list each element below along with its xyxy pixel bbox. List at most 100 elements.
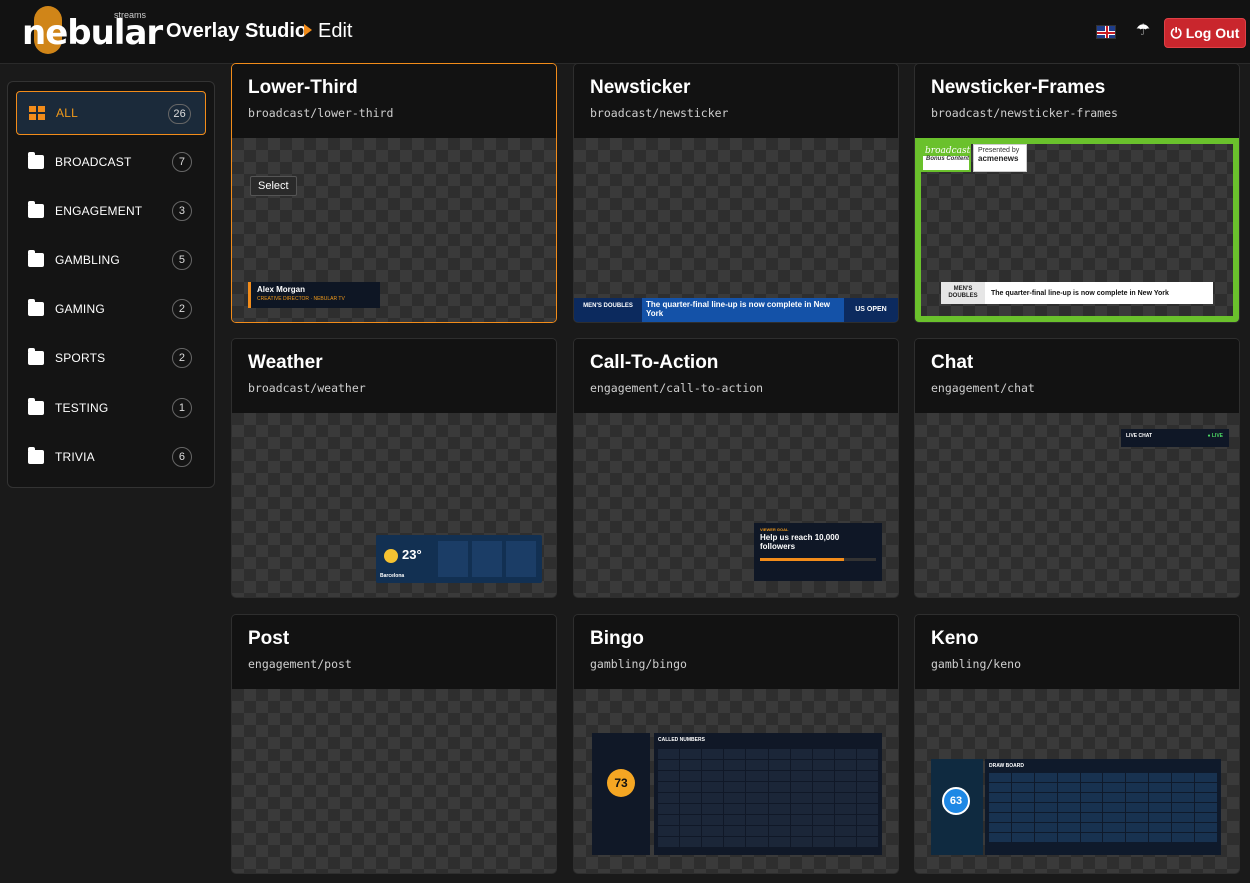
weather-city: Barcelona xyxy=(380,573,405,579)
category-sidebar: ALL 26 BROADCAST 7 ENGAGEMENT 3 GAMBLING… xyxy=(7,81,215,488)
card-preview: MEN'S DOUBLES The quarter-final line-up … xyxy=(574,138,898,322)
overlay-card-call-to-action[interactable]: Call-To-Action engagement/call-to-action… xyxy=(573,338,899,598)
card-path: gambling/bingo xyxy=(590,657,687,671)
card-preview: 73 CALLED NUMBERS xyxy=(574,689,898,873)
card-header: Keno gambling/keno xyxy=(915,615,1239,689)
overlay-card-lower-third[interactable]: Lower-Third broadcast/lower-third Select… xyxy=(231,63,557,323)
logout-label: Log Out xyxy=(1185,25,1240,41)
nebular-logo[interactable]: nebular streams xyxy=(22,6,163,58)
card-header: Chat engagement/chat xyxy=(915,339,1239,413)
category-label: SPORTS xyxy=(55,351,106,365)
overlay-card-chat[interactable]: Chat engagement/chat LIVE CHAT ● LIVE xyxy=(914,338,1240,598)
top-bar: nebular streams Overlay Studio Edit ☂ ⏻ … xyxy=(0,0,1250,64)
folder-icon xyxy=(28,250,44,267)
overlay-card-keno[interactable]: Keno gambling/keno 63 DRAW BOARD xyxy=(914,614,1240,874)
card-title: Newsticker xyxy=(590,77,691,98)
broadcast-label: broadcast xyxy=(923,146,971,156)
category-trivia[interactable]: TRIVIA 6 xyxy=(16,435,206,479)
category-count: 2 xyxy=(172,299,192,319)
category-label: GAMING xyxy=(55,302,105,316)
weather-temp: 23° xyxy=(402,547,422,562)
card-path: engagement/chat xyxy=(931,381,1035,395)
card-preview: 63 DRAW BOARD xyxy=(915,689,1239,873)
overlay-card-weather[interactable]: Weather broadcast/weather 23° Barcelona xyxy=(231,338,557,598)
select-button[interactable]: Select xyxy=(250,176,297,196)
overlay-card-bingo[interactable]: Bingo gambling/bingo 73 CALLED NUMBERS xyxy=(573,614,899,874)
overlay-card-newsticker[interactable]: Newsticker broadcast/newsticker MEN'S DO… xyxy=(573,63,899,323)
card-preview: 23° Barcelona xyxy=(232,413,556,597)
overlay-card-newsticker-frames[interactable]: Newsticker-Frames broadcast/newsticker-f… xyxy=(914,63,1240,323)
folder-icon xyxy=(28,447,44,464)
power-icon: ⏻ xyxy=(1170,24,1182,41)
sponsor-badge: Presented by acmenews xyxy=(973,144,1027,172)
card-path: broadcast/newsticker xyxy=(590,106,729,120)
card-title: Chat xyxy=(931,352,974,373)
category-gaming[interactable]: GAMING 2 xyxy=(16,287,206,331)
app-title: Overlay Studio xyxy=(166,20,308,42)
card-path: broadcast/weather xyxy=(248,381,366,395)
ticker-tag: MEN'S DOUBLES xyxy=(574,298,642,322)
folder-icon xyxy=(28,299,44,316)
logout-button[interactable]: ⏻ Log Out xyxy=(1164,18,1246,48)
forecast-day xyxy=(506,541,536,577)
keno-grid xyxy=(989,773,1217,842)
category-count: 2 xyxy=(172,348,192,368)
frames-ticker-preview: MEN'S DOUBLES The quarter-final line-up … xyxy=(941,282,1213,304)
category-broadcast[interactable]: BROADCAST 7 xyxy=(16,140,206,184)
ticker-tag: MEN'S DOUBLES xyxy=(941,282,985,304)
presented-label: Presented by xyxy=(978,147,1020,154)
card-header: Weather broadcast/weather xyxy=(232,339,556,413)
category-count: 5 xyxy=(172,250,192,270)
forecast-day xyxy=(438,541,468,577)
breadcrumb-current: Edit xyxy=(318,20,353,42)
keno-board-title: DRAW BOARD xyxy=(989,763,1024,769)
card-title: Keno xyxy=(931,628,979,649)
ticker-message: The quarter-final line-up is now complet… xyxy=(646,300,831,318)
folder-icon xyxy=(28,152,44,169)
category-engagement[interactable]: ENGAGEMENT 3 xyxy=(16,189,206,233)
bingo-ball-panel: 73 xyxy=(592,733,650,855)
card-path: engagement/post xyxy=(248,657,352,671)
card-preview: LIVE CHAT ● LIVE xyxy=(915,413,1239,597)
category-label: GAMBLING xyxy=(55,253,120,267)
sun-icon xyxy=(384,549,398,563)
category-sports[interactable]: SPORTS 2 xyxy=(16,336,206,380)
card-preview xyxy=(232,689,556,873)
category-label: BROADCAST xyxy=(55,155,132,169)
category-testing[interactable]: TESTING 1 xyxy=(16,386,206,430)
cta-title: Help us reach 10,000 followers xyxy=(760,533,840,551)
card-path: broadcast/lower-third xyxy=(248,106,394,120)
category-count: 6 xyxy=(172,447,192,467)
chat-live: ● LIVE xyxy=(1207,433,1223,439)
card-preview: broadcast Bonus Content Presented by acm… xyxy=(915,138,1239,322)
logo-subtitle: streams xyxy=(114,10,147,20)
category-all[interactable]: ALL 26 xyxy=(16,91,206,135)
category-gambling[interactable]: GAMBLING 5 xyxy=(16,238,206,282)
card-preview: Select Alex Morgan CREATIVE DIRECTOR · N… xyxy=(232,138,556,322)
folder-icon xyxy=(28,348,44,365)
publish-icon[interactable]: ☂ xyxy=(1134,22,1152,40)
bingo-board-title: CALLED NUMBERS xyxy=(658,737,705,743)
card-title: Lower-Third xyxy=(248,77,358,98)
newsticker-preview: MEN'S DOUBLES The quarter-final line-up … xyxy=(574,298,898,322)
language-flag-icon[interactable] xyxy=(1096,25,1116,39)
card-header: Bingo gambling/bingo xyxy=(574,615,898,689)
ticker-message: The quarter-final line-up is now complet… xyxy=(991,289,1169,297)
card-title: Bingo xyxy=(590,628,644,649)
preview-name: Alex Morgan xyxy=(257,285,306,294)
cta-kicker: VIEWER GOAL xyxy=(760,527,789,532)
forecast-day xyxy=(472,541,502,577)
cta-preview: VIEWER GOAL Help us reach 10,000 followe… xyxy=(754,523,882,581)
keno-ball: 63 xyxy=(942,787,970,815)
card-title: Post xyxy=(248,628,290,649)
keno-ball-panel: 63 xyxy=(931,759,983,855)
chat-preview: LIVE CHAT ● LIVE xyxy=(1121,429,1229,447)
card-title: Weather xyxy=(248,352,323,373)
logo-wordmark: nebular xyxy=(22,13,163,53)
category-label: TESTING xyxy=(55,401,109,415)
category-label: ENGAGEMENT xyxy=(55,204,143,218)
overlay-card-post[interactable]: Post engagement/post xyxy=(231,614,557,874)
broadcast-badge: broadcast Bonus Content xyxy=(921,144,971,172)
bingo-ball: 73 xyxy=(607,769,635,797)
card-title: Call-To-Action xyxy=(590,352,719,373)
